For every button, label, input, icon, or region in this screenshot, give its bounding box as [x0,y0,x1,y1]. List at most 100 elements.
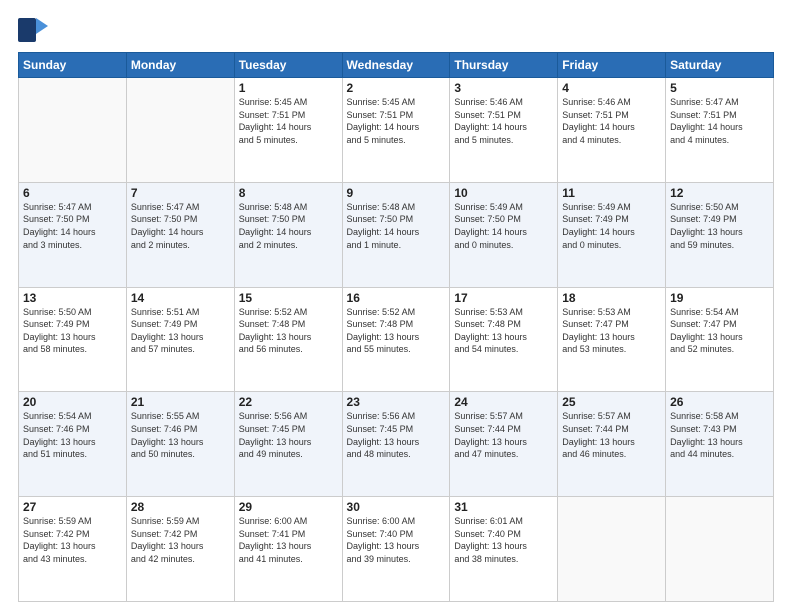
day-info: Sunrise: 5:55 AM Sunset: 7:46 PM Dayligh… [131,410,230,460]
day-number: 14 [131,291,230,305]
day-number: 10 [454,186,553,200]
weekday-tuesday: Tuesday [234,53,342,78]
day-info: Sunrise: 5:54 AM Sunset: 7:47 PM Dayligh… [670,306,769,356]
day-number: 7 [131,186,230,200]
day-info: Sunrise: 5:45 AM Sunset: 7:51 PM Dayligh… [239,96,338,146]
day-cell: 31Sunrise: 6:01 AM Sunset: 7:40 PM Dayli… [450,497,558,602]
day-cell: 25Sunrise: 5:57 AM Sunset: 7:44 PM Dayli… [558,392,666,497]
day-info: Sunrise: 5:46 AM Sunset: 7:51 PM Dayligh… [562,96,661,146]
day-number: 27 [23,500,122,514]
day-cell [126,78,234,183]
day-number: 3 [454,81,553,95]
day-cell: 13Sunrise: 5:50 AM Sunset: 7:49 PM Dayli… [19,287,127,392]
day-cell: 28Sunrise: 5:59 AM Sunset: 7:42 PM Dayli… [126,497,234,602]
day-info: Sunrise: 5:59 AM Sunset: 7:42 PM Dayligh… [131,515,230,565]
day-number: 20 [23,395,122,409]
day-number: 15 [239,291,338,305]
week-row-4: 20Sunrise: 5:54 AM Sunset: 7:46 PM Dayli… [19,392,774,497]
weekday-header: SundayMondayTuesdayWednesdayThursdayFrid… [19,53,774,78]
calendar: SundayMondayTuesdayWednesdayThursdayFrid… [18,52,774,602]
day-number: 9 [347,186,446,200]
day-number: 23 [347,395,446,409]
day-info: Sunrise: 5:52 AM Sunset: 7:48 PM Dayligh… [239,306,338,356]
day-cell: 19Sunrise: 5:54 AM Sunset: 7:47 PM Dayli… [666,287,774,392]
day-info: Sunrise: 6:00 AM Sunset: 7:41 PM Dayligh… [239,515,338,565]
header [18,18,774,42]
logo-icon [18,18,48,42]
day-info: Sunrise: 5:46 AM Sunset: 7:51 PM Dayligh… [454,96,553,146]
day-cell: 21Sunrise: 5:55 AM Sunset: 7:46 PM Dayli… [126,392,234,497]
weekday-sunday: Sunday [19,53,127,78]
day-cell: 27Sunrise: 5:59 AM Sunset: 7:42 PM Dayli… [19,497,127,602]
day-number: 24 [454,395,553,409]
day-number: 18 [562,291,661,305]
weekday-saturday: Saturday [666,53,774,78]
day-number: 28 [131,500,230,514]
day-info: Sunrise: 5:53 AM Sunset: 7:47 PM Dayligh… [562,306,661,356]
weekday-monday: Monday [126,53,234,78]
day-cell: 6Sunrise: 5:47 AM Sunset: 7:50 PM Daylig… [19,182,127,287]
day-cell: 16Sunrise: 5:52 AM Sunset: 7:48 PM Dayli… [342,287,450,392]
logo [18,18,52,42]
day-info: Sunrise: 5:49 AM Sunset: 7:49 PM Dayligh… [562,201,661,251]
day-number: 2 [347,81,446,95]
calendar-body: 1Sunrise: 5:45 AM Sunset: 7:51 PM Daylig… [19,78,774,602]
day-number: 1 [239,81,338,95]
day-cell: 29Sunrise: 6:00 AM Sunset: 7:41 PM Dayli… [234,497,342,602]
day-number: 4 [562,81,661,95]
day-number: 5 [670,81,769,95]
day-cell: 30Sunrise: 6:00 AM Sunset: 7:40 PM Dayli… [342,497,450,602]
weekday-thursday: Thursday [450,53,558,78]
day-info: Sunrise: 5:57 AM Sunset: 7:44 PM Dayligh… [562,410,661,460]
day-info: Sunrise: 5:54 AM Sunset: 7:46 PM Dayligh… [23,410,122,460]
day-info: Sunrise: 6:01 AM Sunset: 7:40 PM Dayligh… [454,515,553,565]
day-info: Sunrise: 5:52 AM Sunset: 7:48 PM Dayligh… [347,306,446,356]
day-info: Sunrise: 5:57 AM Sunset: 7:44 PM Dayligh… [454,410,553,460]
day-cell: 7Sunrise: 5:47 AM Sunset: 7:50 PM Daylig… [126,182,234,287]
day-cell: 15Sunrise: 5:52 AM Sunset: 7:48 PM Dayli… [234,287,342,392]
day-cell: 11Sunrise: 5:49 AM Sunset: 7:49 PM Dayli… [558,182,666,287]
day-info: Sunrise: 5:56 AM Sunset: 7:45 PM Dayligh… [347,410,446,460]
day-number: 12 [670,186,769,200]
weekday-wednesday: Wednesday [342,53,450,78]
weekday-friday: Friday [558,53,666,78]
day-number: 22 [239,395,338,409]
day-cell: 3Sunrise: 5:46 AM Sunset: 7:51 PM Daylig… [450,78,558,183]
week-row-2: 6Sunrise: 5:47 AM Sunset: 7:50 PM Daylig… [19,182,774,287]
day-number: 31 [454,500,553,514]
day-info: Sunrise: 5:48 AM Sunset: 7:50 PM Dayligh… [347,201,446,251]
day-info: Sunrise: 5:59 AM Sunset: 7:42 PM Dayligh… [23,515,122,565]
day-number: 19 [670,291,769,305]
day-cell [558,497,666,602]
day-info: Sunrise: 5:56 AM Sunset: 7:45 PM Dayligh… [239,410,338,460]
page: SundayMondayTuesdayWednesdayThursdayFrid… [0,0,792,612]
day-number: 6 [23,186,122,200]
day-number: 29 [239,500,338,514]
day-info: Sunrise: 5:47 AM Sunset: 7:50 PM Dayligh… [23,201,122,251]
day-cell [666,497,774,602]
day-info: Sunrise: 6:00 AM Sunset: 7:40 PM Dayligh… [347,515,446,565]
day-cell: 22Sunrise: 5:56 AM Sunset: 7:45 PM Dayli… [234,392,342,497]
day-info: Sunrise: 5:50 AM Sunset: 7:49 PM Dayligh… [23,306,122,356]
day-number: 8 [239,186,338,200]
day-cell [19,78,127,183]
day-number: 21 [131,395,230,409]
week-row-5: 27Sunrise: 5:59 AM Sunset: 7:42 PM Dayli… [19,497,774,602]
day-cell: 14Sunrise: 5:51 AM Sunset: 7:49 PM Dayli… [126,287,234,392]
day-cell: 4Sunrise: 5:46 AM Sunset: 7:51 PM Daylig… [558,78,666,183]
day-cell: 10Sunrise: 5:49 AM Sunset: 7:50 PM Dayli… [450,182,558,287]
day-cell: 12Sunrise: 5:50 AM Sunset: 7:49 PM Dayli… [666,182,774,287]
day-cell: 5Sunrise: 5:47 AM Sunset: 7:51 PM Daylig… [666,78,774,183]
day-cell: 23Sunrise: 5:56 AM Sunset: 7:45 PM Dayli… [342,392,450,497]
day-cell: 8Sunrise: 5:48 AM Sunset: 7:50 PM Daylig… [234,182,342,287]
day-number: 13 [23,291,122,305]
day-cell: 18Sunrise: 5:53 AM Sunset: 7:47 PM Dayli… [558,287,666,392]
day-cell: 2Sunrise: 5:45 AM Sunset: 7:51 PM Daylig… [342,78,450,183]
day-number: 17 [454,291,553,305]
day-number: 30 [347,500,446,514]
day-info: Sunrise: 5:47 AM Sunset: 7:50 PM Dayligh… [131,201,230,251]
day-info: Sunrise: 5:51 AM Sunset: 7:49 PM Dayligh… [131,306,230,356]
day-cell: 17Sunrise: 5:53 AM Sunset: 7:48 PM Dayli… [450,287,558,392]
week-row-3: 13Sunrise: 5:50 AM Sunset: 7:49 PM Dayli… [19,287,774,392]
day-cell: 24Sunrise: 5:57 AM Sunset: 7:44 PM Dayli… [450,392,558,497]
